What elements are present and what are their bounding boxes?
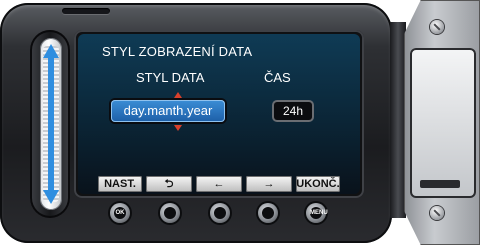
button-center	[262, 207, 274, 219]
hardware-button-3[interactable]	[210, 203, 230, 223]
time-label: ČAS	[264, 70, 291, 85]
up-arrow-icon	[174, 92, 182, 98]
ok-button[interactable]: OK	[110, 203, 130, 223]
button-center	[164, 207, 176, 219]
camera-lcd-panel: STYL ZOBRAZENÍ DATA STYL DATA ČAS day.ma…	[0, 0, 482, 245]
ok-button-label: OK	[114, 207, 126, 219]
date-style-field[interactable]: day.manth.year	[111, 100, 225, 122]
touch-slider[interactable]	[40, 38, 62, 210]
set-softkey[interactable]: NAST.	[98, 176, 142, 192]
lcd-screen: STYL ZOBRAZENÍ DATA STYL DATA ČAS day.ma…	[78, 34, 360, 194]
menu-button-label: MENU	[310, 207, 328, 219]
screen-title: STYL ZOBRAZENÍ DATA	[102, 44, 253, 59]
button-center	[214, 207, 226, 219]
menu-button[interactable]: MENU	[306, 203, 328, 223]
screw-icon	[430, 20, 444, 34]
right-softkey[interactable]: →	[246, 176, 292, 192]
time-format-field[interactable]: 24h	[274, 102, 312, 120]
left-softkey[interactable]: ←	[196, 176, 242, 192]
hardware-button-4[interactable]	[258, 203, 278, 223]
screw-icon	[430, 206, 444, 220]
back-softkey[interactable]: ⮌	[146, 176, 192, 192]
side-panel-slot	[420, 180, 460, 188]
hinge	[390, 22, 406, 218]
quit-softkey[interactable]: UKONČ.	[296, 176, 340, 192]
hardware-button-2[interactable]	[160, 203, 180, 223]
up-down-arrow-icon	[43, 44, 59, 204]
side-panel-window	[410, 48, 476, 198]
down-arrow-icon	[174, 125, 182, 131]
date-style-label: STYL DATA	[136, 70, 205, 85]
top-slot	[62, 8, 110, 14]
